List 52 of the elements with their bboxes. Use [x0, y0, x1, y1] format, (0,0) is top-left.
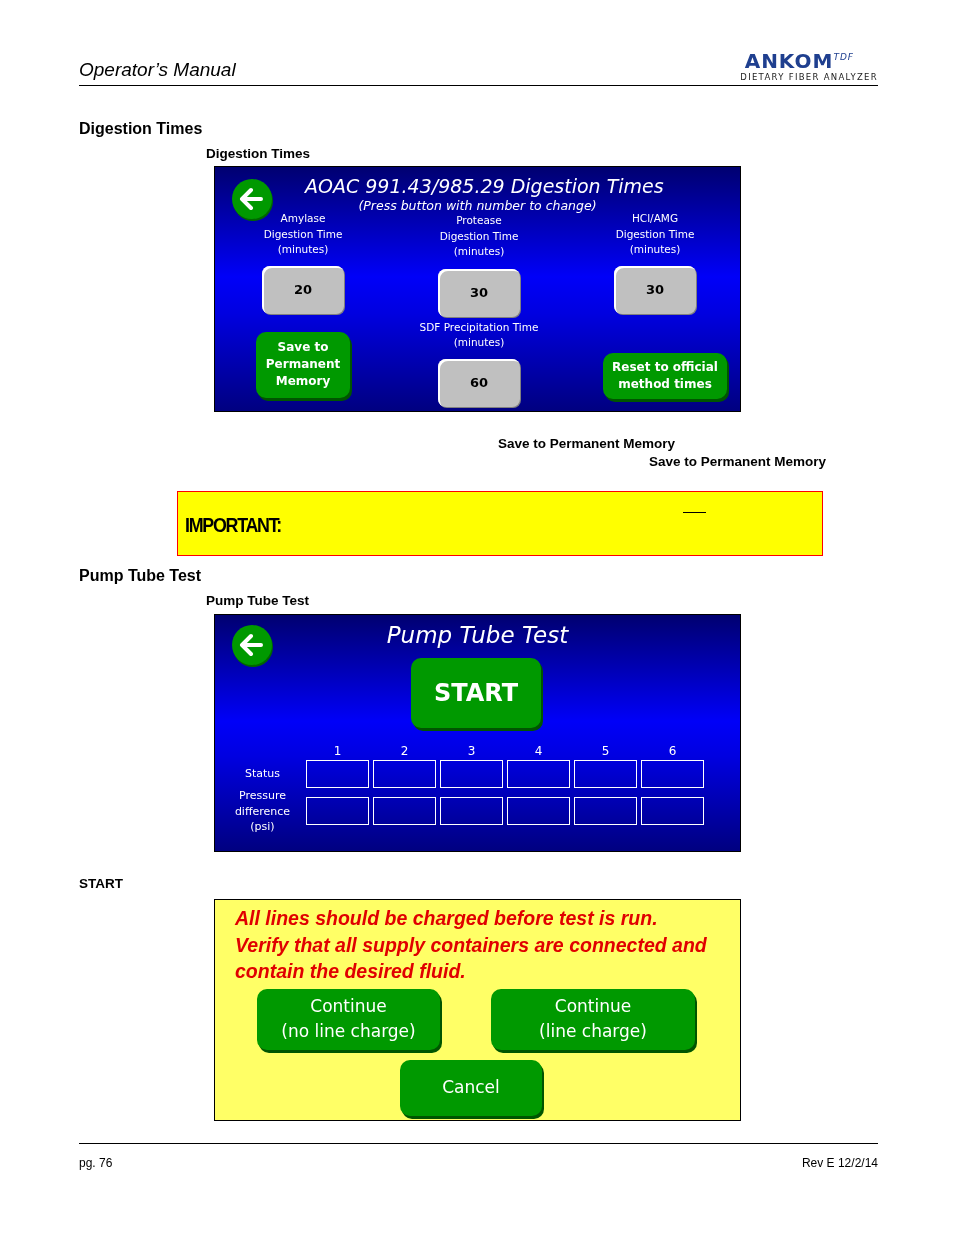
field-label: SDF Precipitation Time (minutes) — [419, 319, 539, 350]
table-cell — [440, 797, 503, 826]
back-arrow-button[interactable] — [231, 178, 275, 222]
column-header: 1 — [332, 744, 343, 758]
important-label: IMPORTANT: — [185, 512, 281, 537]
continue-button[interactable]: Continue (no line charge) — [257, 988, 440, 1050]
cancel-button[interactable]: Cancel — [400, 1059, 542, 1116]
body-text: Save to Permanent Memory — [498, 436, 676, 451]
number-button[interactable]: 20 — [262, 265, 344, 314]
table-cell — [373, 797, 436, 826]
screen-title: AOAC 991.43/985.29 Digestion Times — [305, 175, 664, 197]
figure-caption: Pump Tube Test — [206, 593, 309, 608]
figure-caption: Digestion Times — [206, 146, 311, 161]
field-label: HCl/AMG Digestion Time (minutes) — [615, 211, 695, 257]
column-header: 3 — [466, 744, 477, 758]
body-text: START — [79, 876, 123, 891]
field-label: Protease Digestion Time (minutes) — [439, 213, 519, 259]
body-text: Save to Permanent Memory — [649, 454, 827, 469]
table-cell — [507, 797, 570, 826]
continue-button[interactable]: Continue (line charge) — [491, 988, 695, 1050]
revision-label: Rev E 12/2/14 — [801, 1156, 878, 1170]
table-cell — [306, 760, 369, 788]
column-header: 5 — [600, 744, 611, 758]
document-title: Operator’s Manual — [79, 59, 236, 81]
reset-button[interactable]: Reset to official method times — [603, 352, 727, 399]
table-cell — [574, 760, 637, 788]
column-header: 4 — [533, 744, 544, 758]
section-heading: Pump Tube Test — [79, 567, 202, 585]
table-cell — [507, 760, 570, 788]
column-header: 2 — [399, 744, 410, 758]
table-cell — [306, 797, 369, 826]
column-header: 6 — [667, 744, 678, 758]
field-label: Amylase Digestion Time (minutes) — [263, 211, 343, 257]
number-button[interactable]: 30 — [438, 268, 520, 317]
dialog-message: All lines should be charged before test is run. Verify that all supply containers are connected and contain the desired fluid. — [235, 906, 708, 984]
table-cell — [440, 760, 503, 788]
section-heading: Digestion Times — [79, 120, 203, 138]
number-button[interactable]: 30 — [614, 265, 696, 314]
number-button[interactable]: 60 — [438, 358, 520, 407]
page-number: pg. 76 — [79, 1156, 113, 1170]
back-arrow-button[interactable] — [231, 624, 275, 668]
save-button[interactable]: Save to Permanent Memory — [256, 331, 350, 398]
table-cell — [574, 797, 637, 826]
company-logo: ANKOM$^{TDF}$ DIETARY FIBER ANALYZER — [740, 50, 878, 81]
table-cell — [373, 760, 436, 788]
row-label: Status — [243, 766, 282, 782]
table-cell — [641, 760, 704, 788]
screen-title: Pump Tube Test — [386, 622, 569, 648]
row-label: Pressure difference (psi) — [233, 788, 292, 835]
screen-subtitle: (Press button with number to change) — [358, 198, 597, 213]
start-button[interactable]: START — [411, 658, 541, 728]
table-cell — [641, 797, 704, 826]
